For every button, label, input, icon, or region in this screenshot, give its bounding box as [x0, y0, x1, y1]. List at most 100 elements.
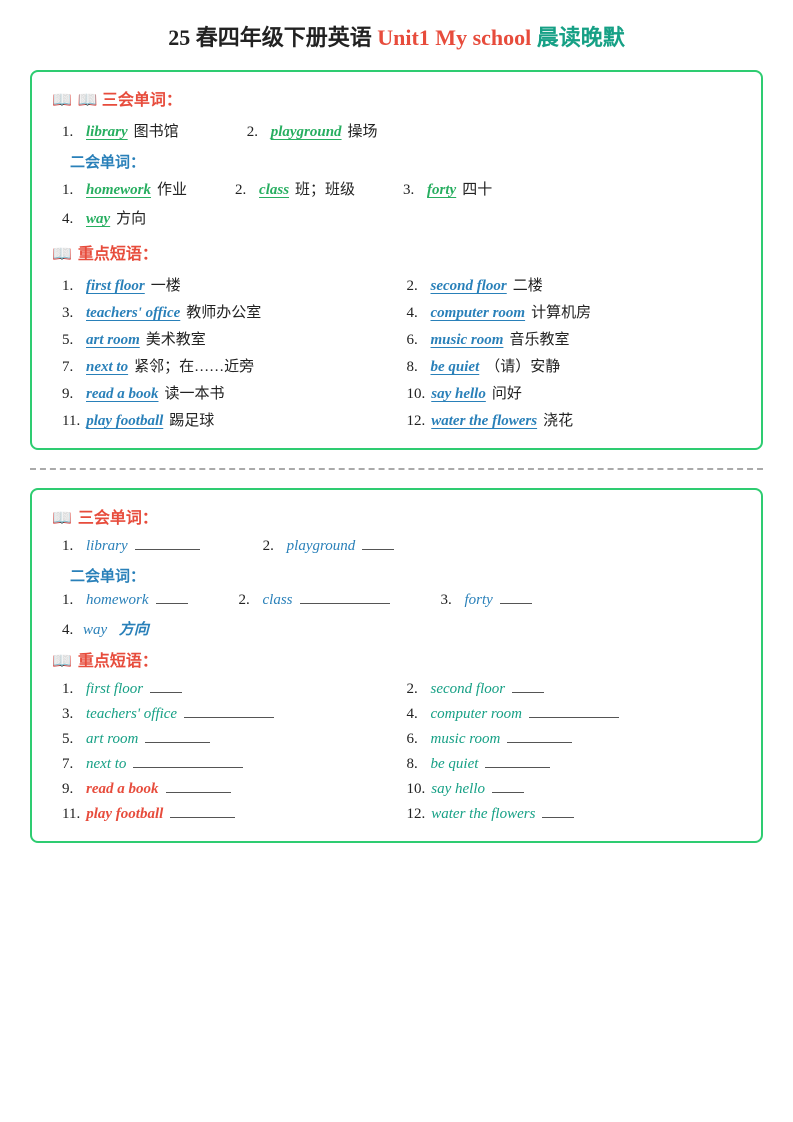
vocab-item-library: 1. library 图书馆	[62, 120, 179, 141]
bottom-er-hui-header: 二会单词：	[70, 565, 741, 586]
book-icon-2: 📖	[52, 246, 72, 263]
phrase-water-flowers: 12. water the flowers 浇花	[407, 409, 742, 430]
phrase-next-to: 7. next to 紧邻；在……近旁	[62, 355, 397, 376]
phrase-art-room: 5. art room 美术教室	[62, 328, 397, 349]
answer-first-floor: first floor	[86, 278, 145, 295]
bottom-phrase-teachers-office: 3. teachers' office	[62, 706, 397, 723]
blank-be-quiet	[485, 767, 550, 768]
answer-play-football: play football	[86, 413, 163, 430]
bottom-second-floor: second floor	[431, 681, 506, 698]
dashed-divider	[30, 468, 763, 470]
blank-next-to	[133, 767, 243, 768]
bottom-way-word: way	[83, 622, 107, 638]
blank-play-football	[170, 817, 235, 818]
bottom-phrase-second-floor: 2. second floor	[407, 681, 742, 698]
vocab-item-class: 2. class 班；班级	[235, 178, 355, 199]
answer-forty: forty	[427, 182, 456, 199]
phrase-music-room: 6. music room 音乐教室	[407, 328, 742, 349]
bottom-section-box: 📖 三会单词： 1. library 2. playground 二会单词： 1…	[30, 488, 763, 843]
phrase-computer-room: 4. computer room 计算机房	[407, 301, 742, 322]
bottom-way-zh: 方向	[119, 622, 149, 638]
bottom-teachers-office: teachers' office	[86, 706, 177, 723]
answer-water-flowers: water the flowers	[431, 413, 537, 430]
bottom-computer-room: computer room	[431, 706, 523, 723]
blank-second-floor	[512, 692, 544, 693]
bottom-forty-word: forty	[465, 592, 493, 609]
phrase-teachers-office: 3. teachers' office 教师办公室	[62, 301, 397, 322]
blank-forty	[500, 603, 532, 604]
answer-homework: homework	[86, 182, 151, 199]
phrase-second-floor: 2. second floor 二楼	[407, 274, 742, 295]
title-unit: Unit1 My school	[377, 25, 537, 50]
vocab-item-playground: 2. playground 操场	[247, 120, 378, 141]
bottom-vocab-homework: 1. homework	[62, 592, 191, 609]
title-chinese: 晨读晚默	[537, 25, 625, 50]
bottom-vocab-class: 2. class	[239, 592, 393, 609]
bottom-next-to: next to	[86, 756, 126, 773]
bottom-vocab-library: 1. library	[62, 538, 203, 555]
bottom-library-word: library	[86, 538, 128, 555]
bottom-vocab-forty: 3. forty	[441, 592, 535, 609]
blank-class	[300, 603, 390, 604]
blank-water-flowers	[542, 817, 574, 818]
bottom-first-floor: first floor	[86, 681, 143, 698]
bottom-phrase-say-hello: 10. say hello	[407, 781, 742, 798]
bottom-er-hui-row1: 1. homework 2. class 3. forty	[62, 592, 741, 613]
book-icon-1: 📖	[52, 92, 72, 109]
answer-playground: playground	[271, 124, 342, 141]
phrases-grid-top: 1. first floor 一楼 2. second floor 二楼 3. …	[62, 274, 741, 430]
blank-computer-room	[529, 717, 619, 718]
book-icon-3: 📖	[52, 510, 72, 527]
answer-read-a-book: read a book	[86, 386, 159, 403]
bottom-homework-word: homework	[86, 592, 149, 609]
blank-art-room	[145, 742, 210, 743]
bottom-phrases-grid: 1. first floor 2. second floor 3. teache…	[62, 681, 741, 823]
blank-music-room	[507, 742, 572, 743]
vocab-item-forty: 3. forty 四十	[403, 178, 492, 199]
answer-music-room: music room	[431, 332, 504, 349]
answer-class: class	[259, 182, 289, 199]
er-hui-row2: 4. way 方向	[62, 207, 741, 232]
top-section-box: 📖 📖 三会单词： 1. library 图书馆 2. playground 操…	[30, 70, 763, 450]
phrase-first-floor: 1. first floor 一楼	[62, 274, 397, 295]
book-icon-4: 📖	[52, 653, 72, 670]
answer-art-room: art room	[86, 332, 140, 349]
bottom-music-room: music room	[431, 731, 501, 748]
page-title: 25 春四年级下册英语 Unit1 My school 晨读晚默	[30, 20, 763, 52]
bottom-class-word: class	[263, 592, 293, 609]
bottom-playground-word: playground	[287, 538, 356, 555]
blank-library	[135, 549, 200, 550]
bottom-phrase-first-floor: 1. first floor	[62, 681, 397, 698]
phrase-read-a-book: 9. read a book 读一本书	[62, 382, 397, 403]
bottom-er-hui-row2: 4. way 方向	[62, 618, 741, 639]
phrase-play-football: 11. play football 踢足球	[62, 409, 397, 430]
zhong-dian-header: 📖 重点短语：	[52, 240, 741, 264]
bottom-water-flowers: water the flowers	[431, 806, 535, 823]
answer-library: library	[86, 124, 128, 141]
bottom-san-hui-row: 1. library 2. playground	[62, 538, 741, 559]
answer-second-floor: second floor	[431, 278, 507, 295]
blank-first-floor	[150, 692, 182, 693]
answer-computer-room: computer room	[431, 305, 526, 322]
bottom-phrase-play-football: 11. play football	[62, 806, 397, 823]
bottom-phrase-art-room: 5. art room	[62, 731, 397, 748]
phrase-be-quiet: 8. be quiet （请）安静	[407, 355, 742, 376]
answer-teachers-office: teachers' office	[86, 305, 180, 322]
er-hui-header: 二会单词：	[70, 151, 741, 172]
phrase-say-hello: 10. say hello 问好	[407, 382, 742, 403]
er-hui-row1: 1. homework 作业 2. class 班；班级 3. forty 四十	[62, 178, 741, 203]
title-prefix: 25 春四年级下册英语	[168, 25, 377, 50]
answer-way: way	[86, 211, 110, 228]
san-hui-row: 1. library 图书馆 2. playground 操场	[62, 120, 741, 145]
bottom-phrase-be-quiet: 8. be quiet	[407, 756, 742, 773]
bottom-play-football: play football	[86, 806, 163, 823]
bottom-phrase-computer-room: 4. computer room	[407, 706, 742, 723]
blank-say-hello	[492, 792, 524, 793]
bottom-phrase-read-a-book: 9. read a book	[62, 781, 397, 798]
blank-teachers-office	[184, 717, 274, 718]
bottom-art-room: art room	[86, 731, 138, 748]
bottom-vocab-playground: 2. playground	[263, 538, 398, 555]
blank-read-a-book	[166, 792, 231, 793]
vocab-item-way: 4. way 方向	[62, 207, 146, 228]
answer-next-to: next to	[86, 359, 128, 376]
